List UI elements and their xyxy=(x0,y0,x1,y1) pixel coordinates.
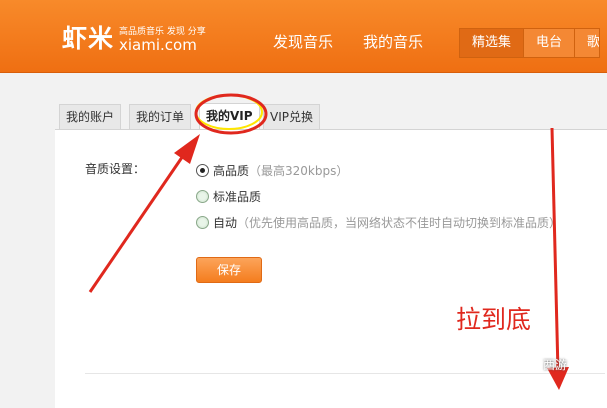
arrow-scroll-down xyxy=(550,127,560,373)
arrow-to-vip-tab xyxy=(88,149,189,293)
watermark-text: 西游 xyxy=(543,358,568,372)
annotation-overlay xyxy=(88,93,569,390)
highlight-ring-red xyxy=(194,93,268,135)
annotation-scroll-to-bottom: 拉到底 xyxy=(456,305,532,334)
arrow-head-up xyxy=(174,134,200,164)
